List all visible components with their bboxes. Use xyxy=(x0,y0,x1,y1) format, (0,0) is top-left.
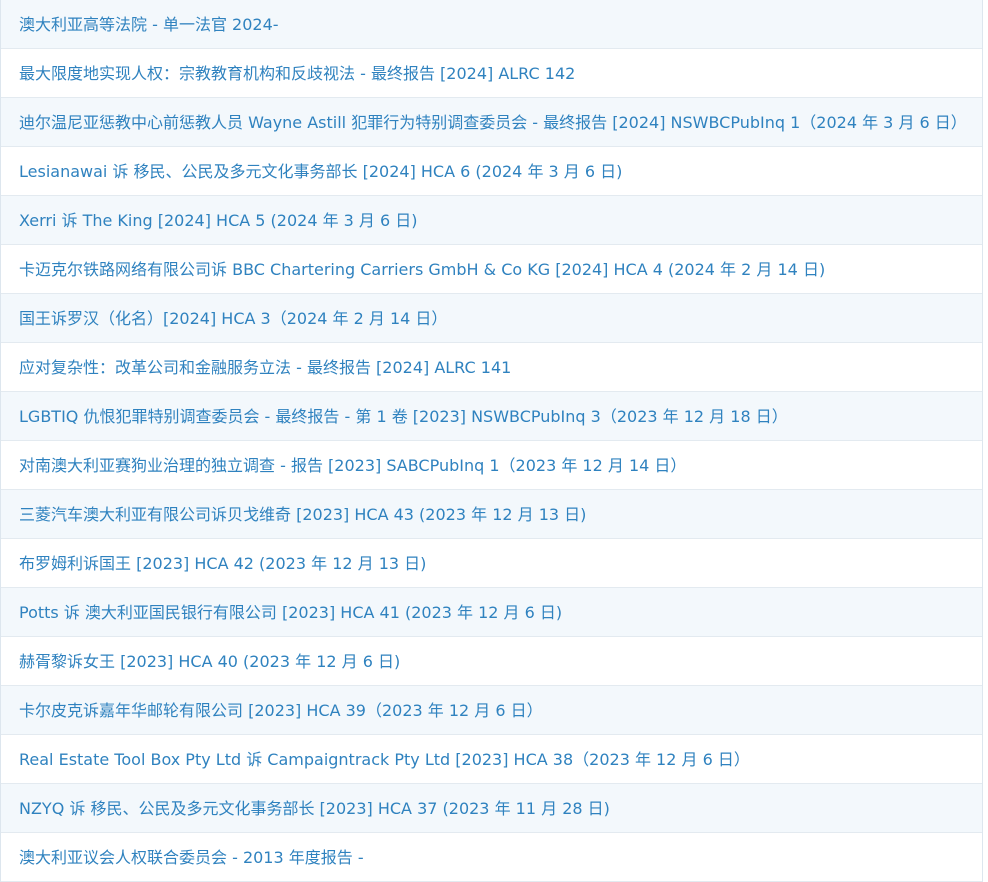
list-item: 卡尔皮克诉嘉年华邮轮有限公司 [2023] HCA 39（2023 年 12 月… xyxy=(1,686,982,735)
result-link[interactable]: 布罗姆利诉国王 [2023] HCA 42 (2023 年 12 月 13 日) xyxy=(19,554,426,573)
result-link[interactable]: 澳大利亚议会人权联合委员会 - 2013 年度报告 - xyxy=(19,848,364,867)
list-item: Potts 诉 澳大利亚国民银行有限公司 [2023] HCA 41 (2023… xyxy=(1,588,982,637)
result-link[interactable]: LGBTIQ 仇恨犯罪特别调查委员会 - 最终报告 - 第 1 卷 [2023]… xyxy=(19,407,788,426)
list-item: 澳大利亚议会人权联合委员会 - 2013 年度报告 - xyxy=(1,833,982,882)
list-item: Real Estate Tool Box Pty Ltd 诉 Campaignt… xyxy=(1,735,982,784)
list-item: NZYQ 诉 移民、公民及多元文化事务部长 [2023] HCA 37 (202… xyxy=(1,784,982,833)
result-link[interactable]: 卡迈克尔铁路网络有限公司诉 BBC Chartering Carriers Gm… xyxy=(19,260,825,279)
result-link[interactable]: 卡尔皮克诉嘉年华邮轮有限公司 [2023] HCA 39（2023 年 12 月… xyxy=(19,701,543,720)
result-link[interactable]: 三菱汽车澳大利亚有限公司诉贝戈维奇 [2023] HCA 43 (2023 年 … xyxy=(19,505,586,524)
result-link[interactable]: 迪尔温尼亚惩教中心前惩教人员 Wayne Astill 犯罪行为特别调查委员会 … xyxy=(19,113,967,132)
list-item: 应对复杂性：改革公司和金融服务立法 - 最终报告 [2024] ALRC 141 xyxy=(1,343,982,392)
result-link[interactable]: 澳大利亚高等法院 - 单一法官 2024- xyxy=(19,15,279,34)
list-item: 迪尔温尼亚惩教中心前惩教人员 Wayne Astill 犯罪行为特别调查委员会 … xyxy=(1,98,982,147)
list-item: 布罗姆利诉国王 [2023] HCA 42 (2023 年 12 月 13 日) xyxy=(1,539,982,588)
list-item: 对南澳大利亚赛狗业治理的独立调查 - 报告 [2023] SABCPubInq … xyxy=(1,441,982,490)
result-link[interactable]: Real Estate Tool Box Pty Ltd 诉 Campaignt… xyxy=(19,750,750,769)
list-item: 卡迈克尔铁路网络有限公司诉 BBC Chartering Carriers Gm… xyxy=(1,245,982,294)
result-link[interactable]: 对南澳大利亚赛狗业治理的独立调查 - 报告 [2023] SABCPubInq … xyxy=(19,456,686,475)
list-item: Xerri 诉 The King [2024] HCA 5 (2024 年 3 … xyxy=(1,196,982,245)
result-link[interactable]: 国王诉罗汉（化名）[2024] HCA 3（2024 年 2 月 14 日） xyxy=(19,309,447,328)
list-item: Lesianawai 诉 移民、公民及多元文化事务部长 [2024] HCA 6… xyxy=(1,147,982,196)
result-link[interactable]: Xerri 诉 The King [2024] HCA 5 (2024 年 3 … xyxy=(19,211,418,230)
result-link[interactable]: 赫胥黎诉女王 [2023] HCA 40 (2023 年 12 月 6 日) xyxy=(19,652,400,671)
list-item: 澳大利亚高等法院 - 单一法官 2024- xyxy=(1,0,982,49)
list-item: 三菱汽车澳大利亚有限公司诉贝戈维奇 [2023] HCA 43 (2023 年 … xyxy=(1,490,982,539)
list-item: 国王诉罗汉（化名）[2024] HCA 3（2024 年 2 月 14 日） xyxy=(1,294,982,343)
result-link[interactable]: 应对复杂性：改革公司和金融服务立法 - 最终报告 [2024] ALRC 141 xyxy=(19,358,511,377)
result-link[interactable]: NZYQ 诉 移民、公民及多元文化事务部长 [2023] HCA 37 (202… xyxy=(19,799,610,818)
results-list: 澳大利亚高等法院 - 单一法官 2024- 最大限度地实现人权：宗教教育机构和反… xyxy=(0,0,983,882)
result-link[interactable]: 最大限度地实现人权：宗教教育机构和反歧视法 - 最终报告 [2024] ALRC… xyxy=(19,64,575,83)
result-link[interactable]: Potts 诉 澳大利亚国民银行有限公司 [2023] HCA 41 (2023… xyxy=(19,603,562,622)
result-link[interactable]: Lesianawai 诉 移民、公民及多元文化事务部长 [2024] HCA 6… xyxy=(19,162,622,181)
list-item: 最大限度地实现人权：宗教教育机构和反歧视法 - 最终报告 [2024] ALRC… xyxy=(1,49,982,98)
list-item: 赫胥黎诉女王 [2023] HCA 40 (2023 年 12 月 6 日) xyxy=(1,637,982,686)
list-item: LGBTIQ 仇恨犯罪特别调查委员会 - 最终报告 - 第 1 卷 [2023]… xyxy=(1,392,982,441)
